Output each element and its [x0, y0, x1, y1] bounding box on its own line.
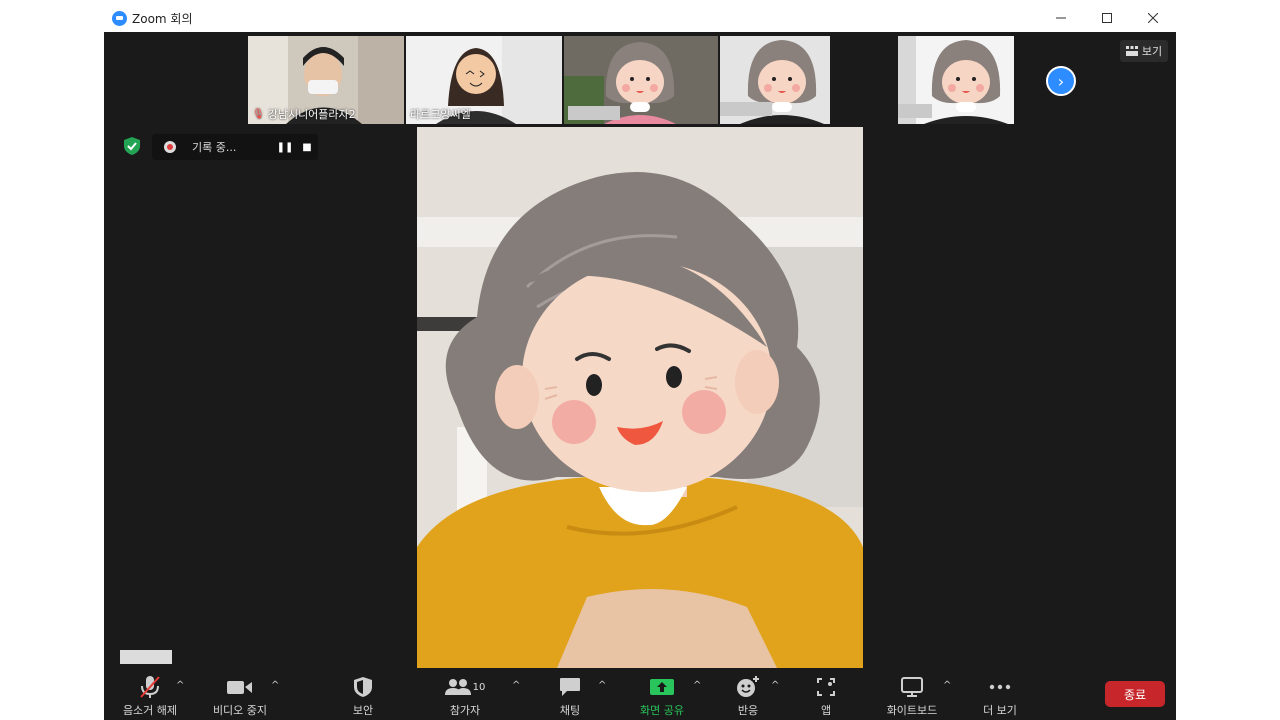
- participant-tile[interactable]: [720, 36, 830, 124]
- whiteboard-icon: [901, 674, 923, 700]
- title-bar: Zoom 회의: [104, 4, 1176, 32]
- video-options-caret[interactable]: ^: [271, 680, 279, 691]
- zoom-logo-icon: [112, 10, 127, 26]
- whiteboard-button[interactable]: 화이트보드: [876, 674, 948, 720]
- participant-tile[interactable]: [564, 36, 718, 124]
- view-button[interactable]: 보기: [1120, 40, 1168, 62]
- name-redaction: [898, 104, 932, 118]
- more-dots-icon: [989, 674, 1011, 700]
- recording-indicator: 기록 중... ❚❚ ■: [152, 134, 318, 160]
- grid-view-icon: [1125, 46, 1138, 56]
- participants-icon: [444, 679, 471, 695]
- speaker-avatar-image: [417, 127, 863, 668]
- window-controls: [1038, 4, 1176, 32]
- chevron-right-icon: ›: [1057, 71, 1065, 91]
- video-camera-icon: [227, 674, 253, 700]
- share-options-caret[interactable]: ^: [693, 680, 701, 691]
- stop-video-button[interactable]: 비디오 중지: [204, 674, 276, 720]
- stop-recording-button[interactable]: ■: [296, 138, 318, 156]
- participants-options-caret[interactable]: ^: [512, 680, 520, 691]
- audio-options-caret[interactable]: ^: [176, 680, 184, 691]
- more-button[interactable]: 더 보기: [974, 674, 1026, 720]
- security-button[interactable]: 보안: [336, 674, 390, 720]
- apps-button[interactable]: 앱: [806, 674, 846, 720]
- recording-dot-icon: [164, 141, 176, 153]
- close-button[interactable]: [1130, 4, 1176, 32]
- reaction-smiley-icon: [736, 674, 760, 700]
- share-screen-icon: [650, 674, 674, 700]
- pause-recording-button[interactable]: ❚❚: [274, 138, 296, 156]
- window-title: Zoom 회의: [132, 11, 193, 26]
- chat-button[interactable]: 채팅: [550, 674, 590, 720]
- zoom-window: Zoom 회의 🎙 강남시니어플라자2 라르크앙씨엘 › 보기 기록 중... …: [104, 4, 1176, 720]
- self-name-redaction: [120, 650, 172, 664]
- share-screen-button[interactable]: 화면 공유: [632, 674, 692, 720]
- name-redaction: [720, 102, 772, 116]
- recording-label: 기록 중...: [192, 141, 237, 154]
- chat-options-caret[interactable]: ^: [598, 680, 606, 691]
- participant-tile[interactable]: 라르크앙씨엘: [406, 36, 562, 124]
- reactions-options-caret[interactable]: ^: [771, 680, 779, 691]
- next-page-button[interactable]: ›: [1046, 66, 1076, 96]
- muted-mic-icon: 🎙: [252, 108, 265, 120]
- minimize-button[interactable]: [1038, 4, 1084, 32]
- participant-tile[interactable]: 🎙 강남시니어플라자2: [248, 36, 404, 124]
- reactions-button[interactable]: 반응: [728, 674, 768, 720]
- name-redaction: [568, 106, 620, 120]
- encryption-shield-icon[interactable]: [122, 136, 142, 156]
- chat-bubble-icon: [559, 674, 581, 700]
- end-meeting-button[interactable]: 종료: [1105, 681, 1165, 707]
- participant-name: 🎙 강남시니어플라자2: [252, 108, 356, 121]
- participant-name: 라르크앙씨엘: [410, 108, 471, 121]
- active-speaker-video: [417, 127, 863, 668]
- maximize-icon: [1102, 13, 1112, 23]
- participants-count: 10: [472, 681, 486, 693]
- minimize-icon: [1056, 17, 1066, 19]
- close-icon: [1148, 13, 1158, 23]
- participant-tile[interactable]: [898, 36, 1014, 124]
- maximize-button[interactable]: [1084, 4, 1130, 32]
- shield-icon: [354, 674, 372, 700]
- muted-mic-icon: [139, 674, 161, 700]
- whiteboard-options-caret[interactable]: ^: [943, 680, 951, 691]
- apps-icon: [817, 674, 835, 700]
- participants-button[interactable]: 10 참가자: [438, 674, 492, 720]
- meeting-toolbar: 음소거 해제 ^ 비디오 중지 ^ 보안 10 참가자 ^ 채팅 ^ 화면 공유…: [104, 670, 1176, 720]
